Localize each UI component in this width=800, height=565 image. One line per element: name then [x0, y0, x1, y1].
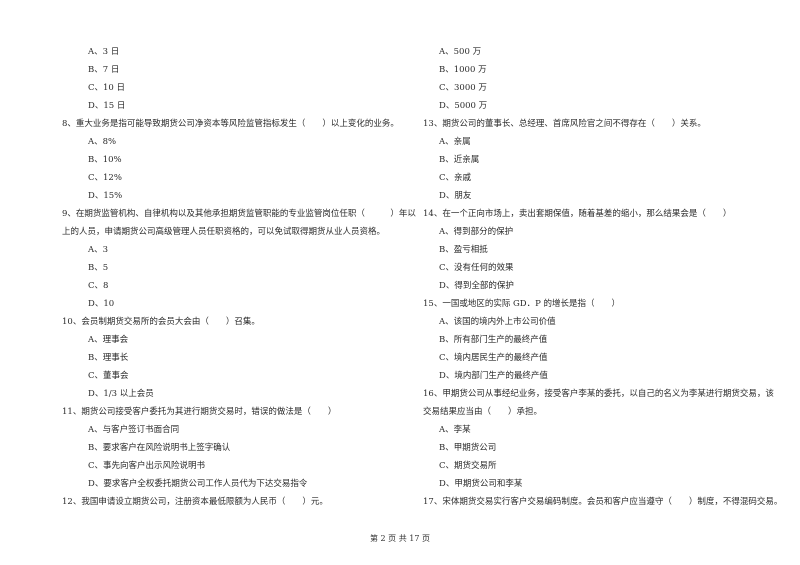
answer-option: C、8 — [88, 281, 109, 291]
answer-option: A、理事会 — [88, 335, 129, 345]
answer-option: B、近亲属 — [439, 155, 480, 165]
answer-option: B、10% — [88, 155, 122, 165]
answer-option: D、境内部门生产的最终产值 — [439, 371, 548, 381]
answer-option: C、3000 万 — [439, 83, 487, 93]
question-text: 16、甲期货公司从事经纪业务，接受客户李某的委托，以自己的名义为李某进行期货交易… — [423, 389, 774, 399]
answer-option: A、与客户签订书面合同 — [88, 425, 180, 435]
answer-option: B、所有部门生产的最终产值 — [439, 335, 548, 345]
answer-option: D、1/3 以上会员 — [88, 389, 154, 399]
answer-option: C、期货交易所 — [439, 461, 497, 471]
right-column: A、500 万 B、1000 万 C、3000 万 D、5000 万 13、期货公司的董… — [423, 43, 783, 511]
answer-option: D、5000 万 — [439, 101, 488, 111]
answer-option: C、亲戚 — [439, 173, 472, 183]
answer-option: B、理事长 — [88, 353, 129, 363]
answer-option: B、要求客户在风险说明书上签字确认 — [88, 443, 231, 453]
answer-option: D、要求客户全权委托期货公司工作人员代为下达交易指令 — [88, 479, 308, 489]
answer-option: A、3 — [88, 245, 109, 255]
answer-option: B、1000 万 — [439, 65, 487, 75]
answer-option: C、事先向客户出示风险说明书 — [88, 461, 206, 471]
question-text-continued: 上的人员，申请期货公司高级管理人员任职资格的，可以免试取得期货从业人员资格。 — [62, 227, 386, 237]
answer-option: D、朋友 — [439, 191, 472, 201]
question-text: 11、期货公司接受客户委托为其进行期货交易时，错误的做法是（ ） — [62, 407, 337, 417]
answer-option: D、15% — [88, 191, 123, 201]
answer-option: D、甲期货公司和李某 — [439, 479, 523, 489]
answer-option: A、该国的境内外上市公司价值 — [439, 317, 556, 327]
answer-option: A、500 万 — [439, 47, 482, 57]
answer-option: D、15 日 — [88, 101, 126, 111]
answer-option: D、10 — [88, 299, 115, 309]
answer-option: C、没有任何的效果 — [439, 263, 514, 273]
answer-option: B、盈亏相抵 — [439, 245, 488, 255]
left-column: A、3 日 B、7 日 C、10 日 D、15 日 8、重大业务是指可能导致期货公司净资… — [62, 43, 416, 511]
page-footer: 第 2 页 共 17 页 — [370, 534, 430, 543]
answer-option: A、得到部分的保护 — [439, 227, 514, 237]
question-text: 8、重大业务是指可能导致期货公司净资本等风险监管指标发生（ ）以上变化的业务。 — [62, 119, 399, 129]
answer-option: D、得到全部的保护 — [439, 281, 514, 291]
answer-option: C、董事会 — [88, 371, 129, 381]
answer-option: B、7 日 — [88, 65, 120, 75]
question-text: 9、在期货监管机构、自律机构以及其他承担期货监管职能的专业监管岗位任职（ ）年以 — [62, 209, 416, 219]
answer-option: A、亲属 — [439, 137, 471, 147]
answer-option: B、甲期货公司 — [439, 443, 497, 453]
answer-option: B、5 — [88, 263, 109, 273]
question-text: 10、会员制期货交易所的会员大会由（ ）召集。 — [62, 317, 260, 327]
answer-option: C、12% — [88, 173, 122, 183]
answer-option: A、李某 — [439, 425, 471, 435]
question-text: 17、宋体期货交易实行客户交易编码制度。会员和客户应当遵守（ ）制度，不得混码交… — [423, 497, 783, 507]
answer-option: A、3 日 — [88, 47, 120, 57]
question-text: 14、在一个正向市场上，卖出套期保值，随着基差的缩小，那么结果会是（ ） — [423, 209, 732, 219]
answer-option: C、境内居民生产的最终产值 — [439, 353, 548, 363]
answer-option: A、8% — [88, 137, 117, 147]
question-text: 12、我国申请设立期货公司，注册资本最低限额为人民币（ ）元。 — [62, 497, 328, 507]
answer-option: C、10 日 — [88, 83, 126, 93]
question-text-continued: 交易结果应当由（ ）承担。 — [423, 407, 543, 417]
question-text: 13、期货公司的董事长、总经理、首席风险官之间不得存在（ ）关系。 — [423, 119, 706, 129]
question-text: 15、一国或地区的实际 GD．P 的增长是指（ ） — [423, 299, 621, 309]
